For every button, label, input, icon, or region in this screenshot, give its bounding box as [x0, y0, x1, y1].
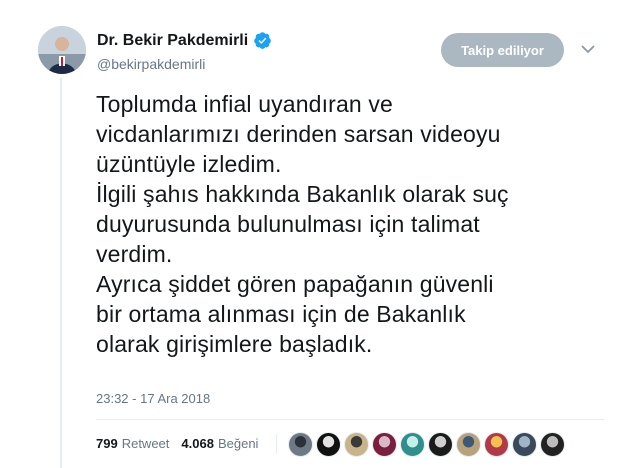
verified-badge-icon: [253, 31, 272, 50]
tweet-line: bir ortama alınması için de Bakanlık: [96, 301, 466, 327]
liker-avatar[interactable]: [316, 432, 341, 457]
tweet-line: vicdanlarımızı derinden sarsan videoyu: [96, 121, 501, 147]
tweet-timestamp[interactable]: 23:32 - 17 Ara 2018: [96, 391, 210, 406]
liker-avatar[interactable]: [428, 432, 453, 457]
liker-avatar[interactable]: [512, 432, 537, 457]
like-label: Beğeni: [217, 436, 259, 451]
tweet-line: Ayrıca şiddet gören papağanın güvenli: [96, 271, 494, 297]
tweet-line: verdim.: [96, 241, 173, 267]
divider: [96, 419, 604, 420]
tweet-line: üzüntüyle izledim.: [96, 151, 282, 177]
tweet-stats: 799 Retweet 4.068 Beğeni: [96, 436, 270, 451]
like-stat[interactable]: 4.068 Beğeni: [181, 436, 258, 451]
thread-line: [60, 78, 62, 468]
retweet-count: 799: [96, 436, 118, 451]
liker-avatar[interactable]: [540, 432, 565, 457]
tweet-line: İlgili şahıs hakkında Bakanlık olarak su…: [96, 181, 509, 207]
tweet-line: Toplumda infial uyandıran ve: [96, 91, 393, 117]
chevron-down-icon[interactable]: [580, 42, 596, 54]
author-handle[interactable]: @bekirpakdemirli: [97, 56, 205, 72]
stats-separator: [276, 434, 277, 454]
liker-avatar[interactable]: [456, 432, 481, 457]
author-avatar[interactable]: [38, 26, 86, 74]
liker-avatar[interactable]: [400, 432, 425, 457]
retweet-label: Retweet: [121, 436, 170, 451]
liker-avatar[interactable]: [344, 432, 369, 457]
following-button[interactable]: Takip ediliyor: [441, 33, 564, 67]
avatar-image: [38, 26, 86, 74]
tweet-text: Toplumda infial uyandıran ve vicdanlarım…: [96, 89, 596, 359]
retweet-stat[interactable]: 799 Retweet: [96, 436, 169, 451]
liker-avatar[interactable]: [484, 432, 509, 457]
liker-avatars: [288, 432, 568, 457]
tweet-line: duyurusunda bulunulması için talimat: [96, 211, 480, 237]
author-display-name[interactable]: Dr. Bekir Pakdemirli: [97, 32, 248, 50]
tweet-line: olarak girişimlere başladık.: [96, 331, 373, 357]
liker-avatar[interactable]: [288, 432, 313, 457]
like-count: 4.068: [181, 436, 214, 451]
author-name-row[interactable]: Dr. Bekir Pakdemirli: [97, 31, 272, 50]
liker-avatar[interactable]: [372, 432, 397, 457]
